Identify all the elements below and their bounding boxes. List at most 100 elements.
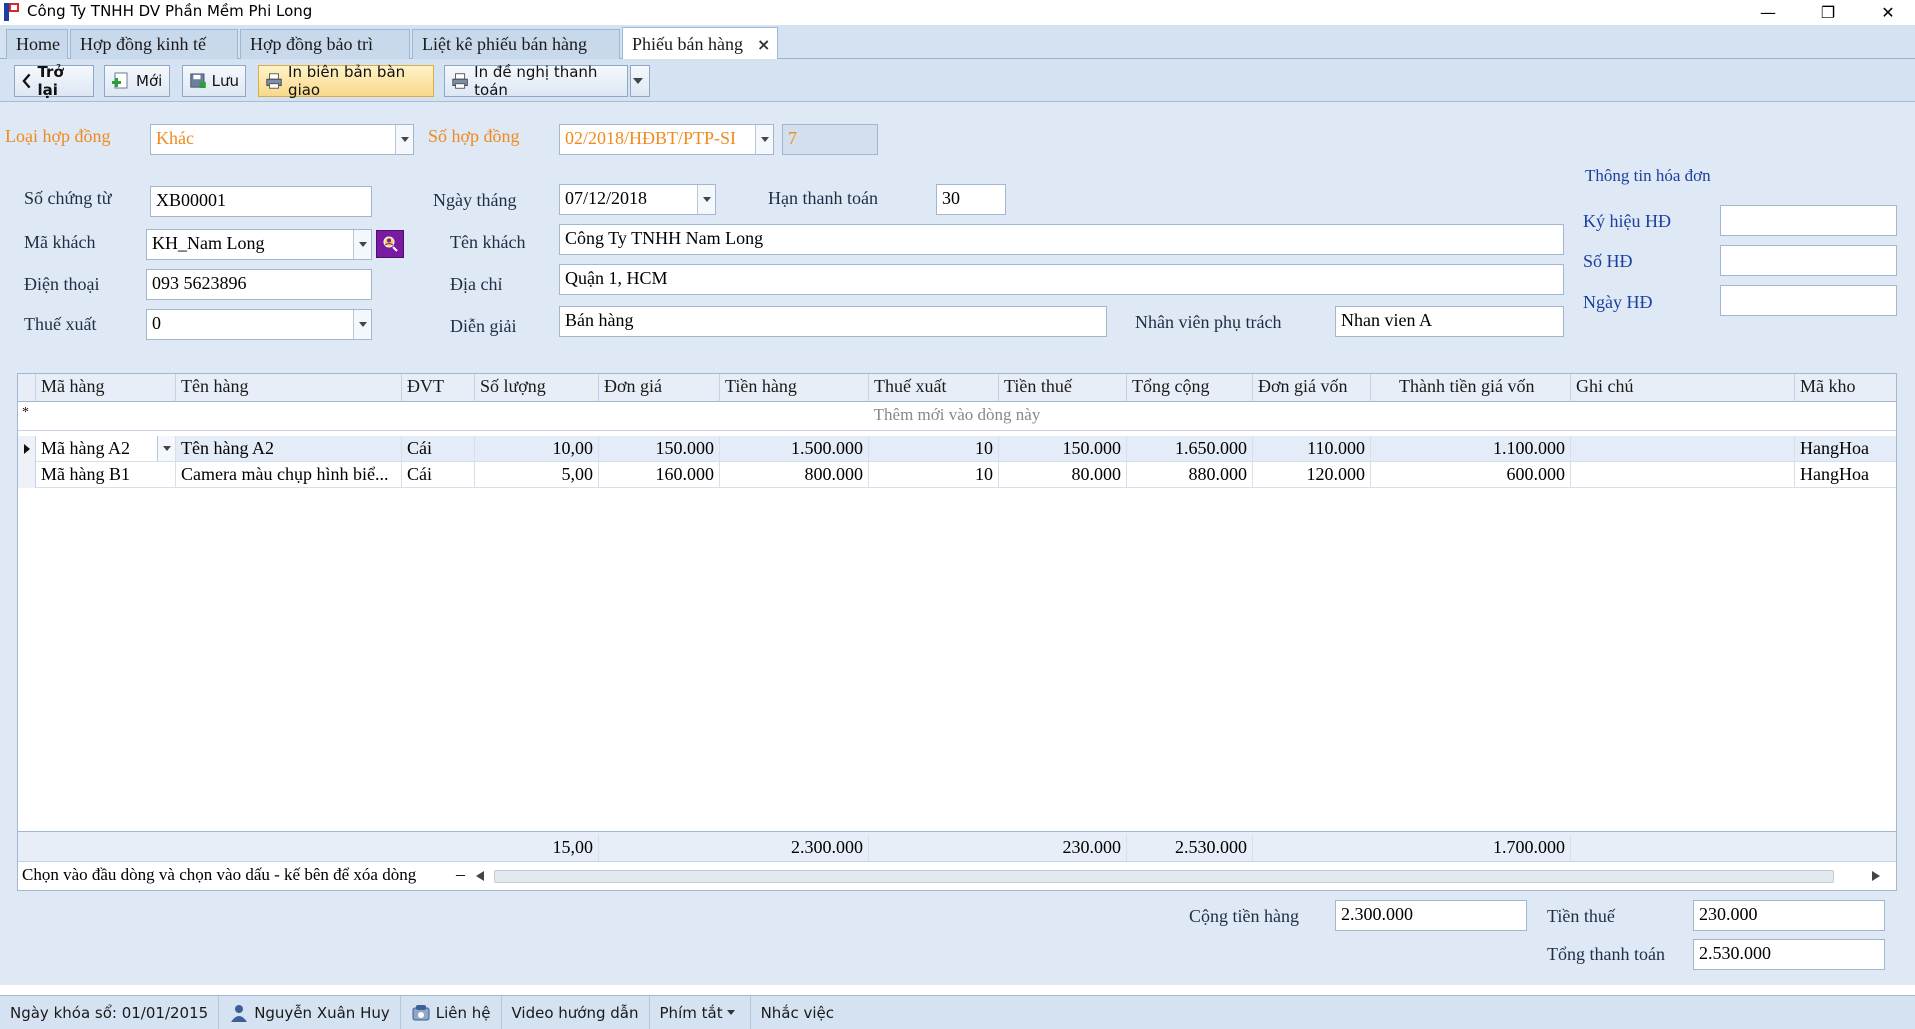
print-dropdown-button[interactable] [630,65,650,97]
print-payment-label: In đề nghị thanh toán [474,63,598,99]
cell-don-gia-von[interactable]: 110.000 [1253,436,1371,462]
col-header-ma-hang[interactable]: Mã hàng [36,374,176,402]
cell-don-gia-von[interactable]: 120.000 [1253,462,1371,488]
cell-tien-hang[interactable]: 800.000 [720,462,869,488]
restore-button[interactable]: ❐ [1805,0,1851,25]
chevron-down-icon[interactable] [353,310,371,339]
minus-icon[interactable]: – [456,864,465,885]
cell-thue-xuat[interactable]: 10 [869,462,999,488]
cell-thanh-tien-von[interactable]: 1.100.000 [1371,436,1571,462]
customer-code-select[interactable]: KH_Nam Long [146,229,372,260]
cell-ghi-chu[interactable] [1571,462,1795,488]
cell-so-luong[interactable]: 10,00 [475,436,599,462]
cell-thanh-tien-von[interactable]: 600.000 [1371,462,1571,488]
tab-close-icon[interactable]: × [757,35,770,54]
contract-no-select[interactable]: 02/2018/HĐBT/PTP-SI [559,124,774,155]
col-header-tien-thue[interactable]: Tiền thuế [999,374,1127,402]
cell-don-gia[interactable]: 150.000 [599,436,720,462]
chevron-down-icon[interactable] [353,230,371,259]
voucher-no-field[interactable]: XB00001 [150,186,372,217]
tab-home[interactable]: Home [6,29,68,59]
cell-ten-hang[interactable]: Camera màu chụp hình biể... [176,462,402,488]
customer-name-field[interactable]: Công Ty TNHH Nam Long [559,224,1564,255]
print-handover-button[interactable]: In biên bản bàn giao [258,63,434,99]
date-picker[interactable]: 07/12/2018 [559,184,716,215]
row-indicator[interactable] [18,462,36,488]
new-row[interactable]: * Thêm mới vào dòng này [18,402,1896,431]
chevron-down-icon[interactable] [697,185,715,214]
scroll-left-icon[interactable] [476,871,484,881]
user-search-icon [383,236,398,252]
save-button[interactable]: Lưu [182,65,246,97]
table-row[interactable]: Mã hàng A2 Tên hàng A2 Cái 10,00 150.000… [18,436,1896,462]
cell-ma-hang[interactable]: Mã hàng B1 [36,462,176,488]
description-field[interactable]: Bán hàng [559,306,1107,337]
cell-dvt[interactable]: Cái [402,436,475,462]
col-header-thue-xuat[interactable]: Thuế xuất [869,374,999,402]
cell-so-luong[interactable]: 5,00 [475,462,599,488]
tab-hop-dong-kinh-te[interactable]: Hợp đồng kinh tế [70,29,238,59]
total-tien-thue: 230.000 [999,835,1127,863]
video-guide-item[interactable]: Video hướng dẫn [502,996,650,1029]
new-button[interactable]: Mới [104,65,170,97]
close-window-button[interactable]: ✕ [1865,0,1911,25]
back-button[interactable]: Trở lại [14,63,94,99]
col-header-tien-hang[interactable]: Tiền hàng [720,374,869,402]
cell-ma-kho[interactable]: HangHoa [1795,462,1896,488]
cell-tien-hang[interactable]: 1.500.000 [720,436,869,462]
col-header-so-luong[interactable]: Số lượng [475,374,599,402]
col-header-ma-kho[interactable]: Mã kho [1795,374,1896,402]
cell-don-gia[interactable]: 160.000 [599,462,720,488]
cell-ma-hang[interactable]: Mã hàng A2 [36,436,176,462]
col-header-thanh-tien-gia-von[interactable]: Thành tiền giá vốn [1371,374,1571,402]
row-indicator[interactable] [18,436,36,462]
staff-field[interactable]: Nhan vien A [1335,306,1564,337]
delete-row-hint: Chọn vào đầu dòng và chọn vào dấu - kế b… [22,865,417,884]
tax-rate-select[interactable]: 0 [146,309,372,340]
col-header-don-gia[interactable]: Đơn giá [599,374,720,402]
col-header-tong-cong[interactable]: Tổng cộng [1127,374,1253,402]
scrollbar-thumb[interactable] [494,870,1834,883]
voucher-no-label: Số chứng từ [24,188,112,208]
tab-phieu-ban-hang[interactable]: Phiếu bán hàng × [622,27,778,60]
user-item[interactable]: Nguyễn Xuân Huy [219,996,401,1029]
subtotal-label: Cộng tiền hàng [1189,906,1299,926]
cell-tien-thue[interactable]: 80.000 [999,462,1127,488]
payment-due-field[interactable]: 30 [936,184,1006,215]
table-row[interactable]: Mã hàng B1 Camera màu chụp hình biể... C… [18,462,1896,488]
customer-lookup-button[interactable] [376,230,404,258]
contract-type-select[interactable]: Khác [150,124,414,155]
invoice-symbol-field[interactable] [1720,205,1897,236]
col-header-dvt[interactable]: ĐVT [402,374,475,402]
chevron-down-icon [632,78,643,84]
cell-dvt[interactable]: Cái [402,462,475,488]
chevron-down-icon[interactable] [157,436,175,461]
col-header-don-gia-von[interactable]: Đơn giá vốn [1253,374,1371,402]
scroll-right-icon[interactable] [1872,871,1880,881]
phone-field[interactable]: 093 5623896 [146,269,372,300]
invoice-date-field[interactable] [1720,285,1897,316]
reminder-item[interactable]: Nhắc việc [751,996,844,1029]
grid-totals-row: 15,00 2.300.000 230.000 2.530.000 1.700.… [18,831,1896,863]
col-header-ten-hang[interactable]: Tên hàng [176,374,402,402]
cell-tong-cong[interactable]: 880.000 [1127,462,1253,488]
chevron-down-icon[interactable] [395,125,413,154]
cell-ghi-chu[interactable] [1571,436,1795,462]
tab-hop-dong-bao-tri[interactable]: Hợp đồng bảo trì [240,29,410,59]
cell-tong-cong[interactable]: 1.650.000 [1127,436,1253,462]
minimize-button[interactable]: — [1745,0,1791,25]
cell-ma-kho[interactable]: HangHoa [1795,436,1896,462]
cell-ten-hang[interactable]: Tên hàng A2 [176,436,402,462]
address-field[interactable]: Quận 1, HCM [559,264,1564,295]
contact-item[interactable]: Liên hệ [401,996,502,1029]
cell-tien-thue[interactable]: 150.000 [999,436,1127,462]
tab-liet-ke-phieu-ban-hang[interactable]: Liệt kê phiếu bán hàng [412,29,620,59]
invoice-number-field[interactable] [1720,245,1897,276]
shortcuts-item[interactable]: Phím tắt [650,996,751,1029]
chevron-down-icon [726,1010,735,1015]
col-header-ghi-chu[interactable]: Ghi chú [1571,374,1795,402]
print-payment-request-button[interactable]: In đề nghị thanh toán [444,63,628,99]
chevron-down-icon[interactable] [755,125,773,154]
cell-thue-xuat[interactable]: 10 [869,436,999,462]
horizontal-scrollbar[interactable] [474,867,1884,885]
